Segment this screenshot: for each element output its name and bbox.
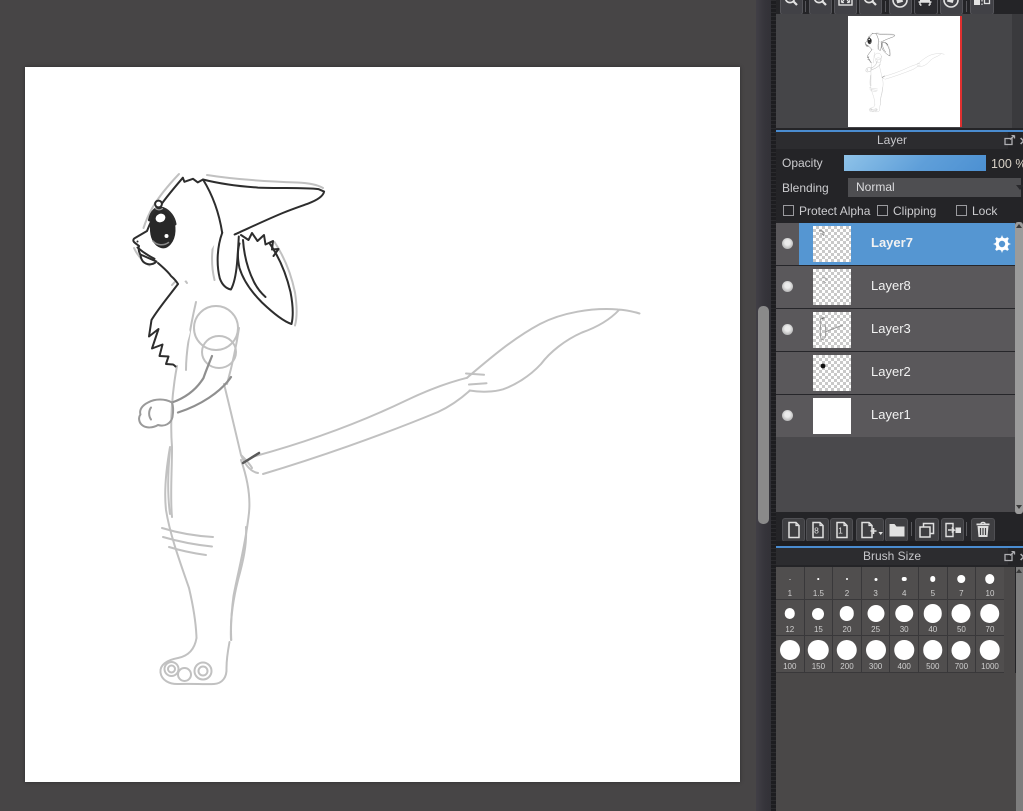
svg-text:8: 8: [814, 526, 819, 536]
svg-text:1: 1: [838, 526, 843, 536]
